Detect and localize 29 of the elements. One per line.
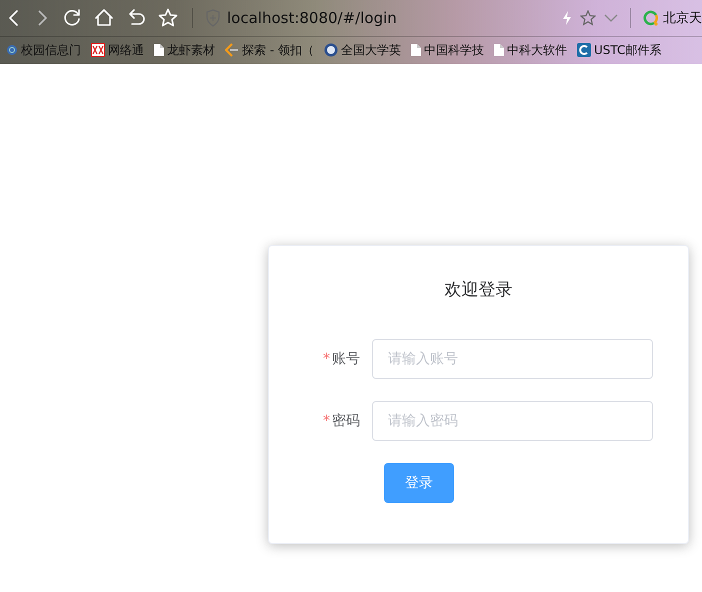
document-icon: [154, 44, 164, 56]
required-mark: *: [323, 413, 330, 429]
reload-icon[interactable]: [62, 8, 82, 28]
bookmark[interactable]: 中国科学技: [410, 42, 484, 58]
globe-icon: [6, 44, 18, 56]
login-title: 欢迎登录: [444, 279, 514, 301]
field-label: 账号: [332, 350, 360, 368]
bookmark[interactable]: USTC邮件系: [576, 42, 662, 58]
bookmark[interactable]: 全国大学英: [324, 42, 401, 58]
c-logo-icon: [576, 43, 591, 57]
bookmark[interactable]: 龙虾素材: [154, 42, 215, 58]
input-field[interactable]: 请输入账号: [372, 339, 653, 379]
bookmark[interactable]: 网络通: [91, 42, 144, 58]
home-icon[interactable]: [94, 8, 114, 28]
crossed-icon: [91, 43, 105, 57]
input-field[interactable]: 请输入密码: [372, 401, 653, 441]
bookmark[interactable]: 校园信息门: [6, 42, 81, 58]
address-field[interactable]: localhost:8080/#/login: [227, 9, 397, 27]
document-icon: [410, 44, 421, 56]
login-button[interactable]: 登录: [384, 463, 454, 503]
seal-icon: [324, 43, 338, 57]
search-field[interactable]: 北京天: [663, 9, 702, 27]
document-icon: [494, 44, 504, 56]
field-label: 密码: [332, 412, 360, 430]
chevron-icon: [225, 43, 239, 57]
bookmark[interactable]: 中科大软件: [494, 42, 567, 58]
bookmark[interactable]: 探索 - 领扣（: [225, 42, 314, 58]
required-mark: *: [323, 351, 330, 367]
star-icon[interactable]: [580, 10, 596, 26]
